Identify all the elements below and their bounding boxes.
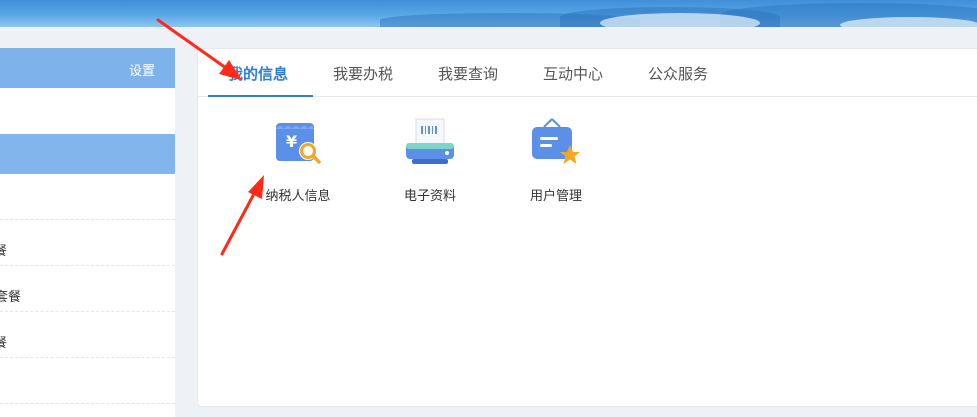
- tab-bar: 我的信息 我要办税 我要查询 互动中心 公众服务: [198, 49, 977, 97]
- printer-icon: [406, 118, 454, 164]
- tab-interaction-center[interactable]: 互动中心: [543, 63, 603, 84]
- electronic-documents-label: 电子资料: [403, 189, 456, 204]
- taxpayer-info-label: 纳税人信息: [265, 189, 331, 204]
- sidebar-item[interactable]: [0, 174, 175, 220]
- taxpayer-info-tile[interactable]: ¥ 纳税人信息: [238, 115, 358, 205]
- sidebar-item-label: 套餐: [0, 290, 22, 305]
- active-tab-underline: [208, 95, 313, 97]
- sidebar-item[interactable]: 餐: [0, 312, 175, 358]
- sidebar-item-label: 餐: [0, 336, 8, 351]
- sidebar-item-active[interactable]: [0, 134, 175, 174]
- tab-tax-handling[interactable]: 我要办税: [333, 63, 393, 84]
- taxpayer-info-icon: ¥: [276, 123, 321, 164]
- user-management-label: 用户管理: [529, 189, 582, 204]
- sidebar-item[interactable]: 套餐: [0, 266, 175, 312]
- svg-text:¥: ¥: [286, 132, 297, 151]
- tab-public-service[interactable]: 公众服务: [648, 63, 708, 84]
- header-banner: [0, 0, 977, 27]
- left-sidebar: 设置 餐 套餐 餐: [0, 48, 175, 417]
- sidebar-item-label: 餐: [0, 244, 8, 259]
- user-management-tile[interactable]: 用户管理: [496, 115, 616, 205]
- sidebar-header: 设置: [0, 48, 175, 88]
- sidebar-item[interactable]: 餐: [0, 220, 175, 266]
- user-management-icon: [532, 118, 580, 164]
- electronic-documents-tile[interactable]: 电子资料: [370, 115, 490, 205]
- main-panel: 我的信息 我要办税 我要查询 互动中心 公众服务 ¥ 纳税人信息 电子资料 用户…: [197, 48, 977, 407]
- settings-link[interactable]: 设置: [129, 60, 155, 79]
- tab-my-info[interactable]: 我的信息: [228, 63, 288, 84]
- tab-query[interactable]: 我要查询: [438, 63, 498, 84]
- sidebar-item[interactable]: [0, 358, 175, 404]
